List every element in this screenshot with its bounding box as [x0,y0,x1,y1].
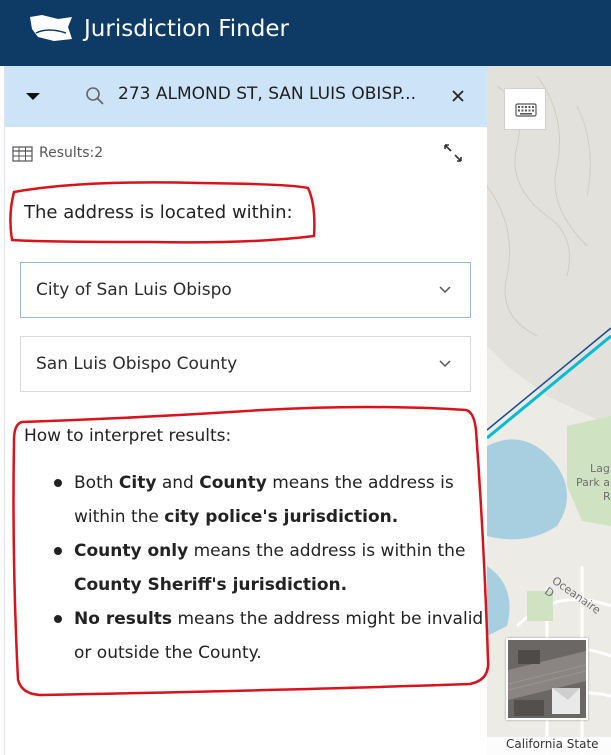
map-place-label: Lag [590,462,610,475]
list-item: County only means the address is within … [24,534,484,602]
app-header: Jurisdiction Finder [0,0,611,66]
caret-down-icon[interactable] [23,88,43,104]
keyboard-icon [515,103,537,117]
results-summary: Results:2 [5,142,488,166]
result-card-county[interactable]: San Luis Obispo County [20,336,471,392]
satellite-thumbnail-icon [508,640,586,718]
map-place-label: R [603,490,611,503]
keyboard-shortcuts-button[interactable] [504,88,546,130]
interpret-list: Both City and County means the address i… [24,466,484,670]
search-icon [86,87,104,105]
results-count: Results:2 [39,145,104,161]
map-place-label: Park a [576,476,611,489]
close-icon[interactable] [449,87,467,105]
results-panel: 273 ALMOND ST, SAN LUIS OBISP... Results… [4,66,488,755]
map-attribution: California State [487,737,611,755]
result-label: City of San Luis Obispo [36,280,232,300]
chevron-down-icon [439,286,451,294]
county-logo-icon [30,15,72,41]
basemap-toggle[interactable] [506,638,588,720]
table-icon [12,146,33,162]
result-label: San Luis Obispo County [36,354,238,374]
expand-icon[interactable] [442,142,464,164]
interpret-section: How to interpret results: Both City and … [24,426,484,670]
located-heading: The address is located within: [24,202,293,223]
chevron-down-icon [439,360,451,368]
list-item: Both City and County means the address i… [24,466,484,534]
result-card-city[interactable]: City of San Luis Obispo [20,262,471,318]
interpret-title: How to interpret results: [24,426,232,446]
search-bar: 273 ALMOND ST, SAN LUIS OBISP... [5,66,488,127]
list-item: No results means the address might be in… [24,602,484,670]
app-title: Jurisdiction Finder [84,16,289,42]
search-input[interactable]: 273 ALMOND ST, SAN LUIS OBISP... [118,84,418,104]
